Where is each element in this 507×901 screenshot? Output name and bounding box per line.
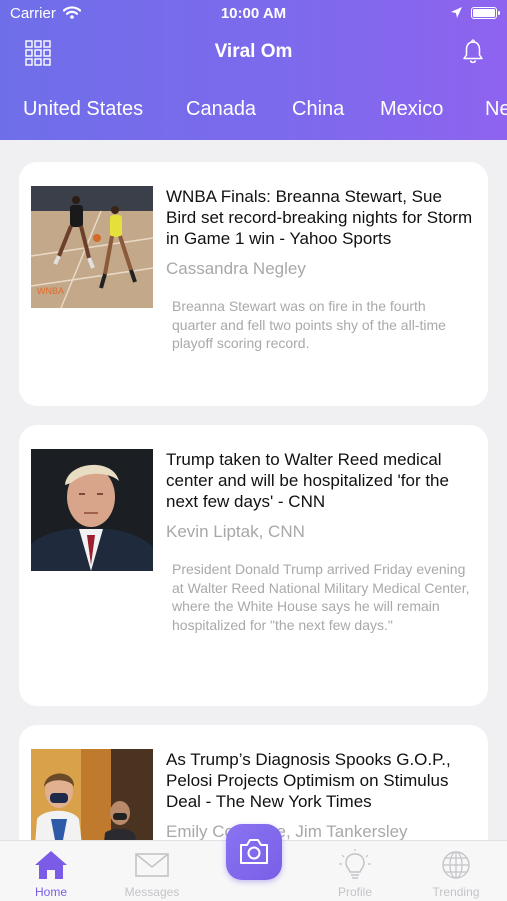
article-thumbnail [31,449,153,571]
country-tabs: United States Canada China Mexico Ne [0,98,507,126]
tab-united-states[interactable]: United States [23,98,143,121]
camera-button[interactable] [226,824,282,880]
tab-home[interactable]: Home [11,841,91,901]
tab-messages[interactable]: Messages [112,841,192,901]
header: Carrier 10:00 AM Viral Om United States … [0,0,507,140]
news-feed[interactable]: WNBA WNBA Finals: Breanna Stewart, Sue B… [0,140,507,840]
navbar: Viral Om [0,30,507,74]
tab-trending[interactable]: Trending [416,841,496,901]
article-summary: President Donald Trump arrived Friday ev… [172,561,470,633]
article-headline: Trump taken to Walter Reed medical cente… [166,450,449,511]
article-thumbnail: WNBA [31,186,153,308]
battery-icon [471,7,500,19]
status-bar: Carrier 10:00 AM [0,0,507,28]
location-arrow-icon [450,6,463,23]
article-headline: WNBA Finals: Breanna Stewart, Sue Bird s… [166,187,473,248]
article-author: Cassandra Negley [166,259,306,278]
article-thumbnail [31,749,153,840]
envelope-icon [135,853,169,877]
lightbulb-icon [339,849,371,879]
bell-icon[interactable] [461,39,485,70]
tab-canada[interactable]: Canada [186,98,256,121]
news-card[interactable]: WNBA WNBA Finals: Breanna Stewart, Sue B… [19,162,488,406]
article-author: Kevin Liptak, CNN [166,522,305,541]
globe-icon [442,851,470,879]
tab-ne[interactable]: Ne [485,98,507,121]
article-author: Emily Cochrane, Jim Tankersley [166,822,408,840]
news-card[interactable]: As Trump’s Diagnosis Spooks G.O.P., Pelo… [19,725,488,840]
tab-trending-label: Trending [432,885,480,899]
tab-mexico[interactable]: Mexico [380,98,443,121]
news-card[interactable]: Trump taken to Walter Reed medical cente… [19,425,488,706]
camera-icon [240,839,268,864]
tab-profile-label: Profile [337,885,372,899]
tab-messages-label: Messages [124,885,180,899]
home-icon [35,851,67,879]
tab-china[interactable]: China [292,98,344,121]
page-title: Viral Om [214,41,293,62]
tab-profile[interactable]: Profile [315,841,395,901]
status-time: 10:00 AM [220,5,287,22]
article-headline: As Trump’s Diagnosis Spooks G.O.P., Pelo… [166,750,451,811]
svg-text:WNBA: WNBA [37,286,64,296]
article-summary: Breanna Stewart was on fire in the fourt… [172,298,446,351]
tab-home-label: Home [34,885,67,899]
